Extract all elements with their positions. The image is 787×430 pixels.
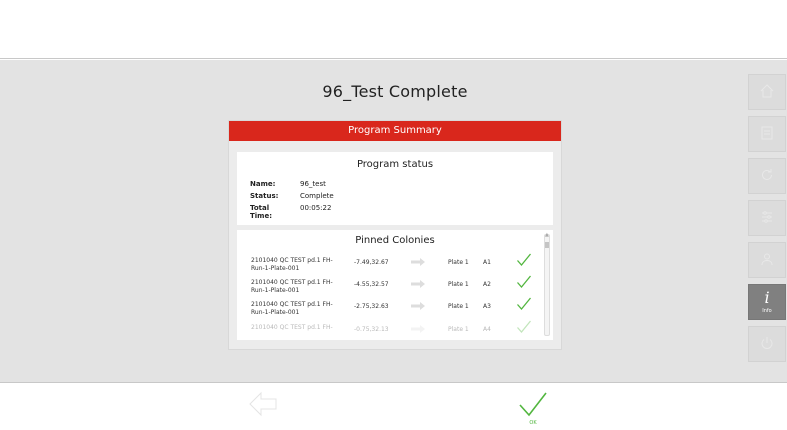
name-label: Name: — [250, 180, 276, 188]
home-icon — [760, 84, 774, 98]
colony-coord: -0.75,32.13 — [354, 326, 389, 333]
colony-plate: Plate 1 — [448, 326, 469, 333]
colony-coord: -4.55,32.57 — [354, 281, 389, 288]
sliders-icon — [762, 211, 772, 223]
total-time-value: 00:05:22 — [300, 204, 332, 212]
program-summary-header: Program Summary — [229, 121, 561, 141]
colony-row: 2101040 QC TEST pd.1 FH- -0.75,32.13 Pla… — [251, 320, 541, 340]
colony-plate: Plate 1 — [448, 281, 469, 288]
refresh-icon — [762, 169, 772, 180]
colony-plate: Plate 1 — [448, 303, 469, 310]
colony-row: 2101040 QC TEST pd.1 FH-Run-1-Plate-001 … — [251, 253, 541, 279]
colonies-scrollbar[interactable] — [544, 234, 550, 336]
check-icon — [517, 320, 532, 334]
colony-name: 2101040 QC TEST pd.1 FH-Run-1-Plate-001 — [251, 301, 333, 316]
scrollbar-thumb[interactable] — [545, 242, 549, 248]
pinned-colonies-title: Pinned Colonies — [355, 235, 435, 246]
colony-row: 2101040 QC TEST pd.1 FH-Run-1-Plate-001 … — [251, 275, 541, 301]
check-icon — [517, 253, 532, 267]
ok-button[interactable]: OK — [516, 389, 550, 429]
total-time-label: Total Time: — [250, 204, 273, 220]
colony-name: 2101040 QC TEST pd.1 FH-Run-1-Plate-001 — [251, 257, 333, 272]
status-label: Status: — [250, 192, 279, 200]
sidebar-item-power[interactable] — [748, 326, 786, 362]
arrow-right-icon — [411, 280, 425, 288]
power-icon — [761, 337, 773, 349]
colony-well: A3 — [483, 303, 491, 310]
document-icon — [761, 126, 773, 140]
sidebar-item-document[interactable] — [748, 116, 786, 152]
back-arrow-icon — [249, 391, 277, 417]
info-icon: i — [764, 288, 770, 307]
name-value: 96_test — [300, 180, 326, 188]
total-time-field: Total Time: 00:05:22 — [250, 204, 331, 220]
name-field: Name: 96_test — [250, 180, 326, 188]
arrow-right-icon — [411, 325, 425, 333]
colony-coord: -7.49,32.67 — [354, 259, 389, 266]
colony-name: 2101040 QC TEST pd.1 FH-Run-1-Plate-001 — [251, 279, 333, 294]
colony-well: A4 — [483, 326, 491, 333]
program-status-panel: Program status Name: 96_test Status: Com… — [237, 152, 553, 225]
status-field: Status: Complete — [250, 192, 334, 200]
colony-plate: Plate 1 — [448, 259, 469, 266]
arrow-right-icon — [411, 302, 425, 310]
sidebar-item-user[interactable] — [748, 242, 786, 278]
ok-label: OK — [529, 420, 537, 426]
colony-row: 2101040 QC TEST pd.1 FH-Run-1-Plate-001 … — [251, 297, 541, 323]
sidebar-item-refresh[interactable] — [748, 158, 786, 194]
check-icon — [517, 275, 532, 289]
arrow-right-icon — [411, 258, 425, 266]
top-bar — [0, 0, 787, 59]
page-title: 96_Test Complete — [322, 82, 468, 101]
check-icon — [517, 297, 532, 311]
pinned-colonies-panel[interactable]: Pinned Colonies 2101040 QC TEST pd.1 FH-… — [237, 230, 553, 340]
program-summary-card: Program Summary Program status Name: 96_… — [229, 121, 561, 349]
bottom-bar — [0, 382, 787, 430]
program-status-title: Program status — [356, 159, 434, 170]
check-icon — [519, 392, 547, 417]
colony-coord: -2.75,32.63 — [354, 303, 389, 310]
sidebar-item-settings[interactable] — [748, 200, 786, 236]
back-button[interactable] — [247, 390, 279, 426]
scroll-up-arrow-icon[interactable]: ▲ — [545, 232, 549, 238]
colony-name: 2101040 QC TEST pd.1 FH- — [251, 324, 333, 331]
sidebar-item-label: Info — [762, 308, 772, 314]
status-value: Complete — [300, 192, 334, 200]
colony-well: A2 — [483, 281, 491, 288]
sidebar-item-info[interactable]: i Info — [748, 284, 786, 320]
colony-well: A1 — [483, 259, 491, 266]
user-icon — [761, 253, 773, 266]
sidebar-item-home[interactable] — [748, 74, 786, 110]
